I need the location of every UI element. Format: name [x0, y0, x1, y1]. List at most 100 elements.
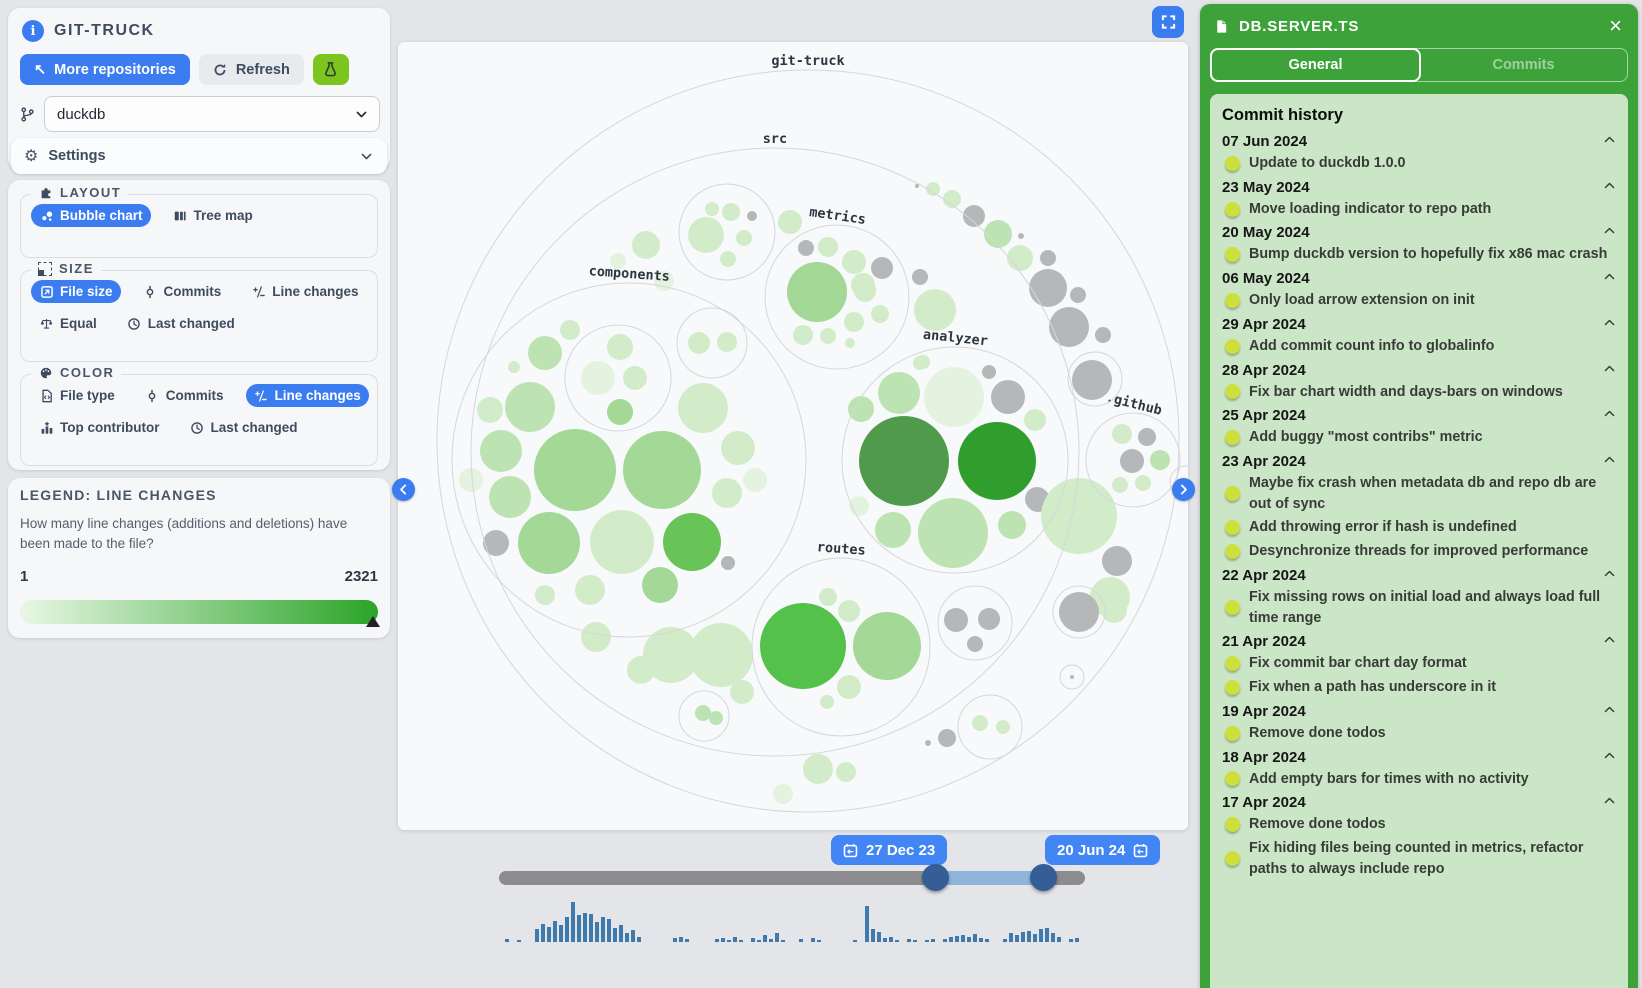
chevron-up-icon[interactable]: [1603, 179, 1616, 196]
file-circle[interactable]: [1112, 477, 1128, 493]
file-circle[interactable]: [972, 715, 988, 731]
file-circle[interactable]: [1059, 592, 1099, 632]
info-icon[interactable]: i: [22, 20, 44, 42]
file-circle[interactable]: [688, 217, 724, 253]
file-circle[interactable]: [505, 382, 555, 432]
file-circle[interactable]: [818, 237, 838, 257]
commit-date-row[interactable]: 23 Apr 2024: [1222, 453, 1616, 470]
file-circle[interactable]: [967, 636, 983, 652]
file-circle[interactable]: [859, 416, 949, 506]
file-circle[interactable]: [477, 397, 503, 423]
option-top-contributor[interactable]: Top contributor: [31, 416, 167, 439]
bubble-chart[interactable]: git-truck src components metrics analyzer rou…: [398, 42, 1188, 830]
file-circle[interactable]: [1120, 449, 1144, 473]
commit-date-row[interactable]: 17 Apr 2024: [1222, 794, 1616, 811]
file-circle[interactable]: [518, 512, 580, 574]
file-circle[interactable]: [1040, 250, 1056, 266]
file-circle[interactable]: [1018, 233, 1024, 239]
file-circle[interactable]: [918, 498, 988, 568]
file-circle[interactable]: [925, 740, 931, 746]
file-circle[interactable]: [489, 476, 531, 518]
file-circle[interactable]: [1135, 475, 1151, 491]
file-circle[interactable]: [1007, 245, 1033, 271]
file-circle[interactable]: [581, 361, 615, 395]
file-circle[interactable]: [720, 251, 736, 267]
file-circle[interactable]: [688, 332, 710, 354]
file-circle[interactable]: [844, 312, 864, 332]
file-circle[interactable]: [853, 612, 921, 680]
file-circle[interactable]: [736, 230, 752, 246]
chevron-up-icon[interactable]: [1603, 633, 1616, 650]
option-file-size[interactable]: File size: [31, 280, 121, 303]
file-circle[interactable]: [560, 320, 580, 340]
file-circle[interactable]: [842, 250, 866, 274]
range-end-date[interactable]: 20 Jun 24: [1045, 835, 1161, 865]
file-circle[interactable]: [663, 513, 721, 571]
file-circle[interactable]: [819, 588, 837, 606]
folder-circle[interactable]: [957, 694, 1023, 760]
file-circle[interactable]: [996, 720, 1010, 734]
commit-date-row[interactable]: 18 Apr 2024: [1222, 749, 1616, 766]
chevron-up-icon[interactable]: [1603, 224, 1616, 241]
file-circle[interactable]: [837, 675, 861, 699]
file-circle[interactable]: [848, 396, 874, 422]
file-circle[interactable]: [743, 468, 767, 492]
file-circle[interactable]: [678, 383, 728, 433]
file-circle[interactable]: [623, 366, 647, 390]
file-circle[interactable]: [1070, 675, 1074, 679]
file-circle[interactable]: [820, 695, 834, 709]
option-tree-map[interactable]: Tree map: [165, 204, 261, 227]
file-circle[interactable]: [480, 430, 522, 472]
more-repositories-button[interactable]: ↖ More repositories: [20, 54, 190, 85]
file-circle[interactable]: [1138, 428, 1156, 446]
commit-date-row[interactable]: 19 Apr 2024: [1222, 703, 1616, 720]
fullscreen-button[interactable]: [1152, 6, 1184, 38]
file-circle[interactable]: [632, 231, 660, 259]
commit-date-row[interactable]: 25 Apr 2024: [1222, 407, 1616, 424]
file-circle[interactable]: [1102, 546, 1132, 576]
option-line-changes[interactable]: Line changes: [245, 384, 369, 407]
file-circle[interactable]: [998, 511, 1026, 539]
collapse-sidebar-button[interactable]: [392, 478, 415, 501]
file-circle[interactable]: [717, 332, 737, 352]
file-circle[interactable]: [607, 399, 633, 425]
file-circle[interactable]: [878, 372, 920, 414]
option-commits[interactable]: Commits: [137, 384, 232, 407]
file-circle[interactable]: [1072, 360, 1112, 400]
file-circle[interactable]: [459, 468, 483, 492]
option-file-type[interactable]: File type: [31, 384, 123, 407]
slider-handle-end[interactable]: [1030, 864, 1057, 891]
file-circle[interactable]: [722, 203, 740, 221]
commit-date-row[interactable]: 29 Apr 2024: [1222, 316, 1616, 333]
file-circle[interactable]: [534, 429, 616, 511]
option-line-changes[interactable]: Line changes: [243, 280, 366, 303]
settings-toggle[interactable]: ⚙ Settings: [11, 138, 387, 174]
experiment-flask-button[interactable]: [312, 54, 349, 85]
close-icon[interactable]: ×: [1607, 15, 1624, 37]
chevron-up-icon[interactable]: [1603, 567, 1616, 584]
chevron-up-icon[interactable]: [1603, 749, 1616, 766]
file-circle[interactable]: [623, 431, 701, 509]
file-circle[interactable]: [845, 338, 855, 348]
file-circle[interactable]: [871, 305, 889, 323]
option-bubble-chart[interactable]: Bubble chart: [31, 204, 151, 227]
file-circle[interactable]: [760, 603, 846, 689]
file-circle[interactable]: [709, 711, 723, 725]
file-circle[interactable]: [575, 575, 605, 605]
file-circle[interactable]: [747, 211, 757, 221]
refresh-button[interactable]: Refresh: [198, 54, 304, 85]
file-circle[interactable]: [705, 202, 719, 216]
chevron-up-icon[interactable]: [1603, 703, 1616, 720]
file-circle[interactable]: [528, 336, 562, 370]
file-circle[interactable]: [787, 262, 847, 322]
collapse-panel-button[interactable]: [1172, 478, 1195, 501]
file-circle[interactable]: [944, 608, 968, 632]
chevron-up-icon[interactable]: [1603, 270, 1616, 287]
tab-commits[interactable]: Commits: [1420, 49, 1627, 81]
file-circle[interactable]: [798, 240, 814, 256]
file-circle[interactable]: [871, 257, 893, 279]
file-circle[interactable]: [820, 328, 836, 344]
file-circle[interactable]: [915, 184, 919, 188]
file-circle[interactable]: [1112, 424, 1132, 444]
file-circle[interactable]: [912, 269, 928, 285]
